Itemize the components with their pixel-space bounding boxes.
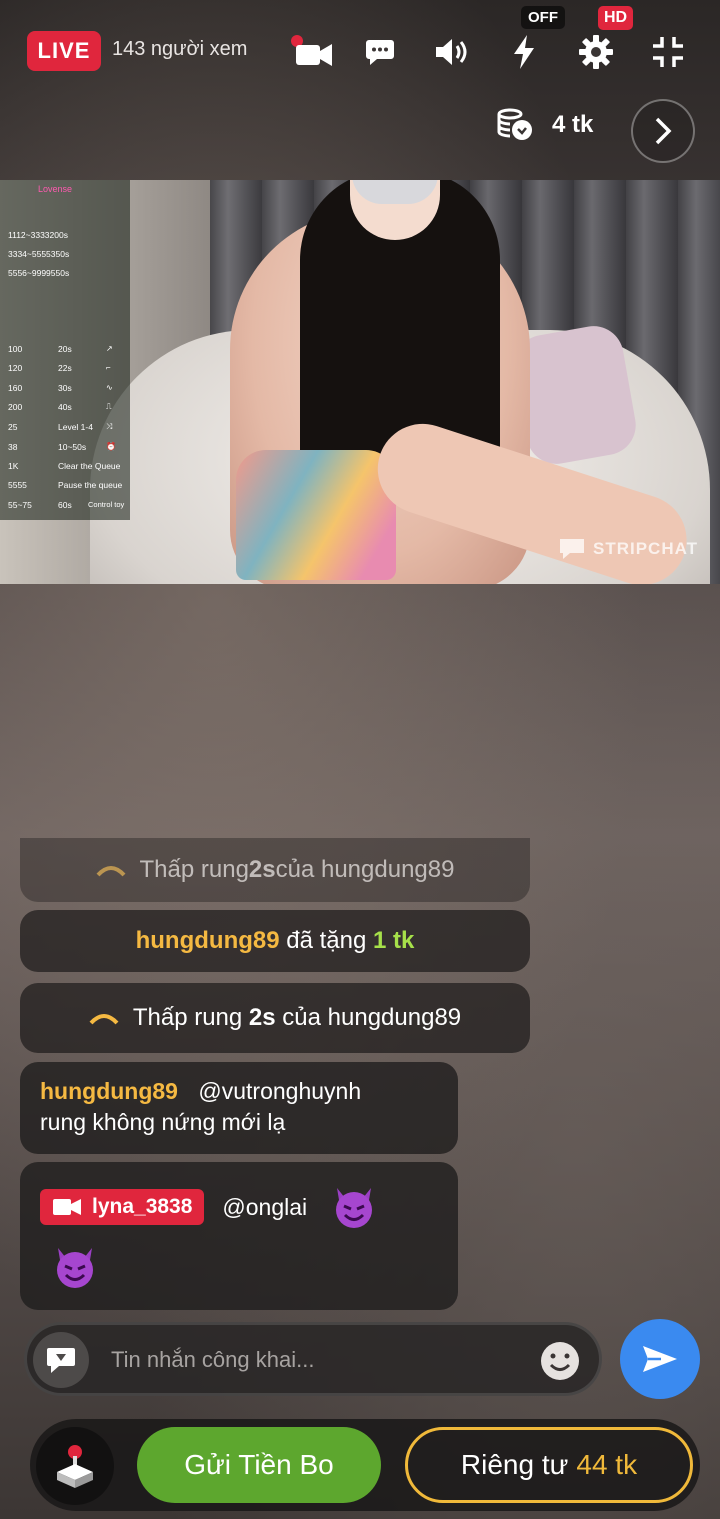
settings-button[interactable] [568, 24, 624, 80]
lovense-level-row: 1K Clear the Queue [8, 461, 121, 471]
lovense-range-row: 1112~3333 200s [8, 230, 68, 240]
send-button[interactable] [620, 1319, 700, 1399]
lovense-level-row: 5555 Pause the queue [8, 480, 123, 490]
video-dress [236, 450, 396, 580]
chat-text: rung không nứng mới lạ [40, 1109, 286, 1135]
token-balance[interactable]: 4 tk [496, 108, 593, 142]
coins-icon [497, 108, 532, 140]
lovense-level-row: 100 20s ↗ [8, 344, 113, 354]
lovense-level-row: 25 Level 1-4 ⤨ [8, 422, 113, 432]
lovense-title: Lovense [38, 184, 73, 194]
lovense-level-row: 55~75 60s Control toy [8, 500, 125, 510]
next-stream-button[interactable] [631, 99, 695, 163]
chat-tip-message: hungdung89 đã tặng 1 tk [20, 910, 530, 972]
video-camera-button[interactable] [283, 24, 339, 80]
lovense-panel: Lovense 1112~3333 200s 3334~5555 350s 5556… [0, 180, 130, 520]
private-show-button[interactable]: Riêng tư 44 tk [405, 1427, 693, 1503]
chat-mode-button[interactable] [33, 1332, 89, 1388]
chevron-right-icon [655, 117, 672, 145]
chat-mention[interactable]: @vutronghuynh [198, 1078, 361, 1104]
chat-input-bar [24, 1322, 602, 1396]
public-message-input[interactable] [109, 1335, 533, 1385]
chat-mention[interactable]: @onglai [222, 1194, 307, 1221]
vibration-icon [96, 866, 125, 877]
lovense-range-row: 3334~5555 350s [8, 249, 70, 259]
gear-icon [579, 35, 613, 69]
stripchat-watermark: STRIPCHAT [557, 537, 698, 561]
video-camera-icon [291, 35, 332, 66]
chat-bubble-icon [47, 1348, 75, 1373]
chat-username[interactable]: hungdung89 [40, 1078, 178, 1104]
joystick-icon [57, 1445, 93, 1488]
game-button[interactable] [36, 1427, 114, 1505]
model-name-badge[interactable]: lyna_3838 [40, 1189, 205, 1225]
vibration-icon [89, 1014, 119, 1025]
devil-emoji-icon [336, 1188, 373, 1228]
volume-icon [436, 39, 467, 65]
fullscreen-exit-icon [653, 37, 683, 67]
chat-model-message: lyna_3838 @onglai [20, 1162, 458, 1310]
private-label: Riêng tư [460, 1449, 569, 1480]
send-icon [643, 1346, 677, 1372]
viewer-count: 143 người xem [112, 38, 248, 60]
fullscreen-exit-button[interactable] [640, 24, 696, 80]
lovense-level-row: 120 22s ⌐ [8, 363, 111, 373]
lovense-range-row: 5556~9999 550s [8, 268, 70, 278]
lightning-button[interactable] [496, 24, 552, 80]
lovense-level-row: 200 40s ⎍ [8, 402, 112, 412]
lovense-level-row: 38 10~50s ⏰ [8, 442, 116, 452]
chat-vibration-message: Thấp rung 2s của hungdung89 [20, 838, 530, 902]
chat-user-message: hungdung89 @vutronghuynh rung không nứng… [20, 1062, 458, 1154]
lovense-level-row: 160 30s ∿ [8, 383, 113, 393]
volume-button[interactable] [424, 24, 480, 80]
chat-vibration-message: Thấp rung 2s của hungdung89 [20, 983, 530, 1053]
stripchat-logo-icon [560, 539, 584, 559]
video-player[interactable]: Lovense 1112~3333 200s 3334~5555 350s 5556… [0, 180, 720, 584]
chat-username[interactable]: hungdung89 [136, 927, 280, 955]
send-tip-button[interactable]: Gửi Tiền Bo [137, 1427, 381, 1503]
live-badge: LIVE [27, 31, 101, 71]
lightning-icon [514, 35, 534, 69]
chat-bubble-icon [366, 40, 394, 65]
devil-emoji-icon [57, 1248, 93, 1288]
chat-toggle-button[interactable] [352, 24, 408, 80]
smiley-icon[interactable] [539, 1340, 581, 1382]
token-value: 4 tk [552, 111, 594, 138]
video-camera-icon [53, 1199, 81, 1215]
private-price: 44 tk [576, 1449, 638, 1480]
